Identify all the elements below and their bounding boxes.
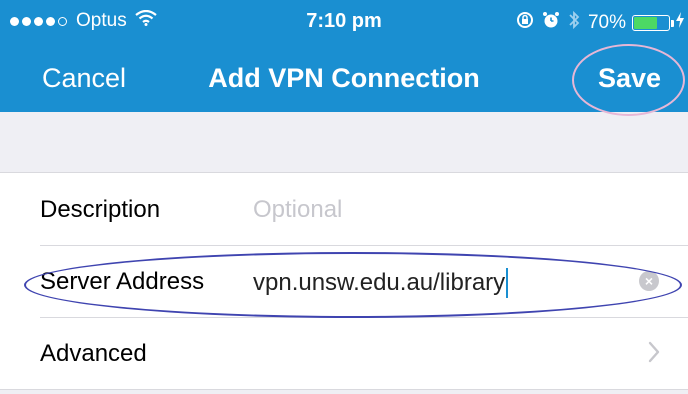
clear-icon[interactable]: × [639, 271, 659, 291]
server-address-value: vpn.unsw.edu.au/library [253, 269, 506, 296]
vpn-add-screen: Optus 7:10 pm 70% Cancel Add VPN Connect… [0, 0, 688, 394]
description-label: Description [40, 196, 161, 223]
battery-fill [634, 17, 658, 29]
vpn-form: Description Optional Server Address vpn.… [0, 172, 688, 390]
save-button[interactable]: Save [598, 62, 661, 94]
server-address-field[interactable]: vpn.unsw.edu.au/library [253, 268, 509, 298]
status-right: 70% [516, 10, 684, 36]
status-bar: Optus 7:10 pm 70% [0, 0, 688, 42]
bluetooth-icon [568, 10, 580, 36]
page-title: Add VPN Connection [208, 63, 480, 93]
charging-bolt-icon [676, 12, 684, 34]
alarm-icon [542, 11, 560, 35]
navigation-bar: Cancel Add VPN Connection Save [0, 42, 688, 112]
server-address-label: Server Address [40, 268, 205, 295]
battery-cap [671, 19, 674, 27]
description-field[interactable]: Optional [253, 196, 342, 224]
battery-icon [632, 15, 670, 31]
server-address-row[interactable]: Server Address vpn.unsw.edu.au/library × [0, 245, 688, 317]
advanced-row[interactable]: Advanced [0, 317, 688, 389]
advanced-label: Advanced [40, 340, 147, 367]
chevron-right-icon [648, 341, 660, 368]
text-caret [506, 268, 509, 298]
description-row[interactable]: Description Optional [0, 173, 688, 245]
rotation-lock-icon [516, 11, 534, 35]
battery-percent: 70% [587, 12, 626, 33]
